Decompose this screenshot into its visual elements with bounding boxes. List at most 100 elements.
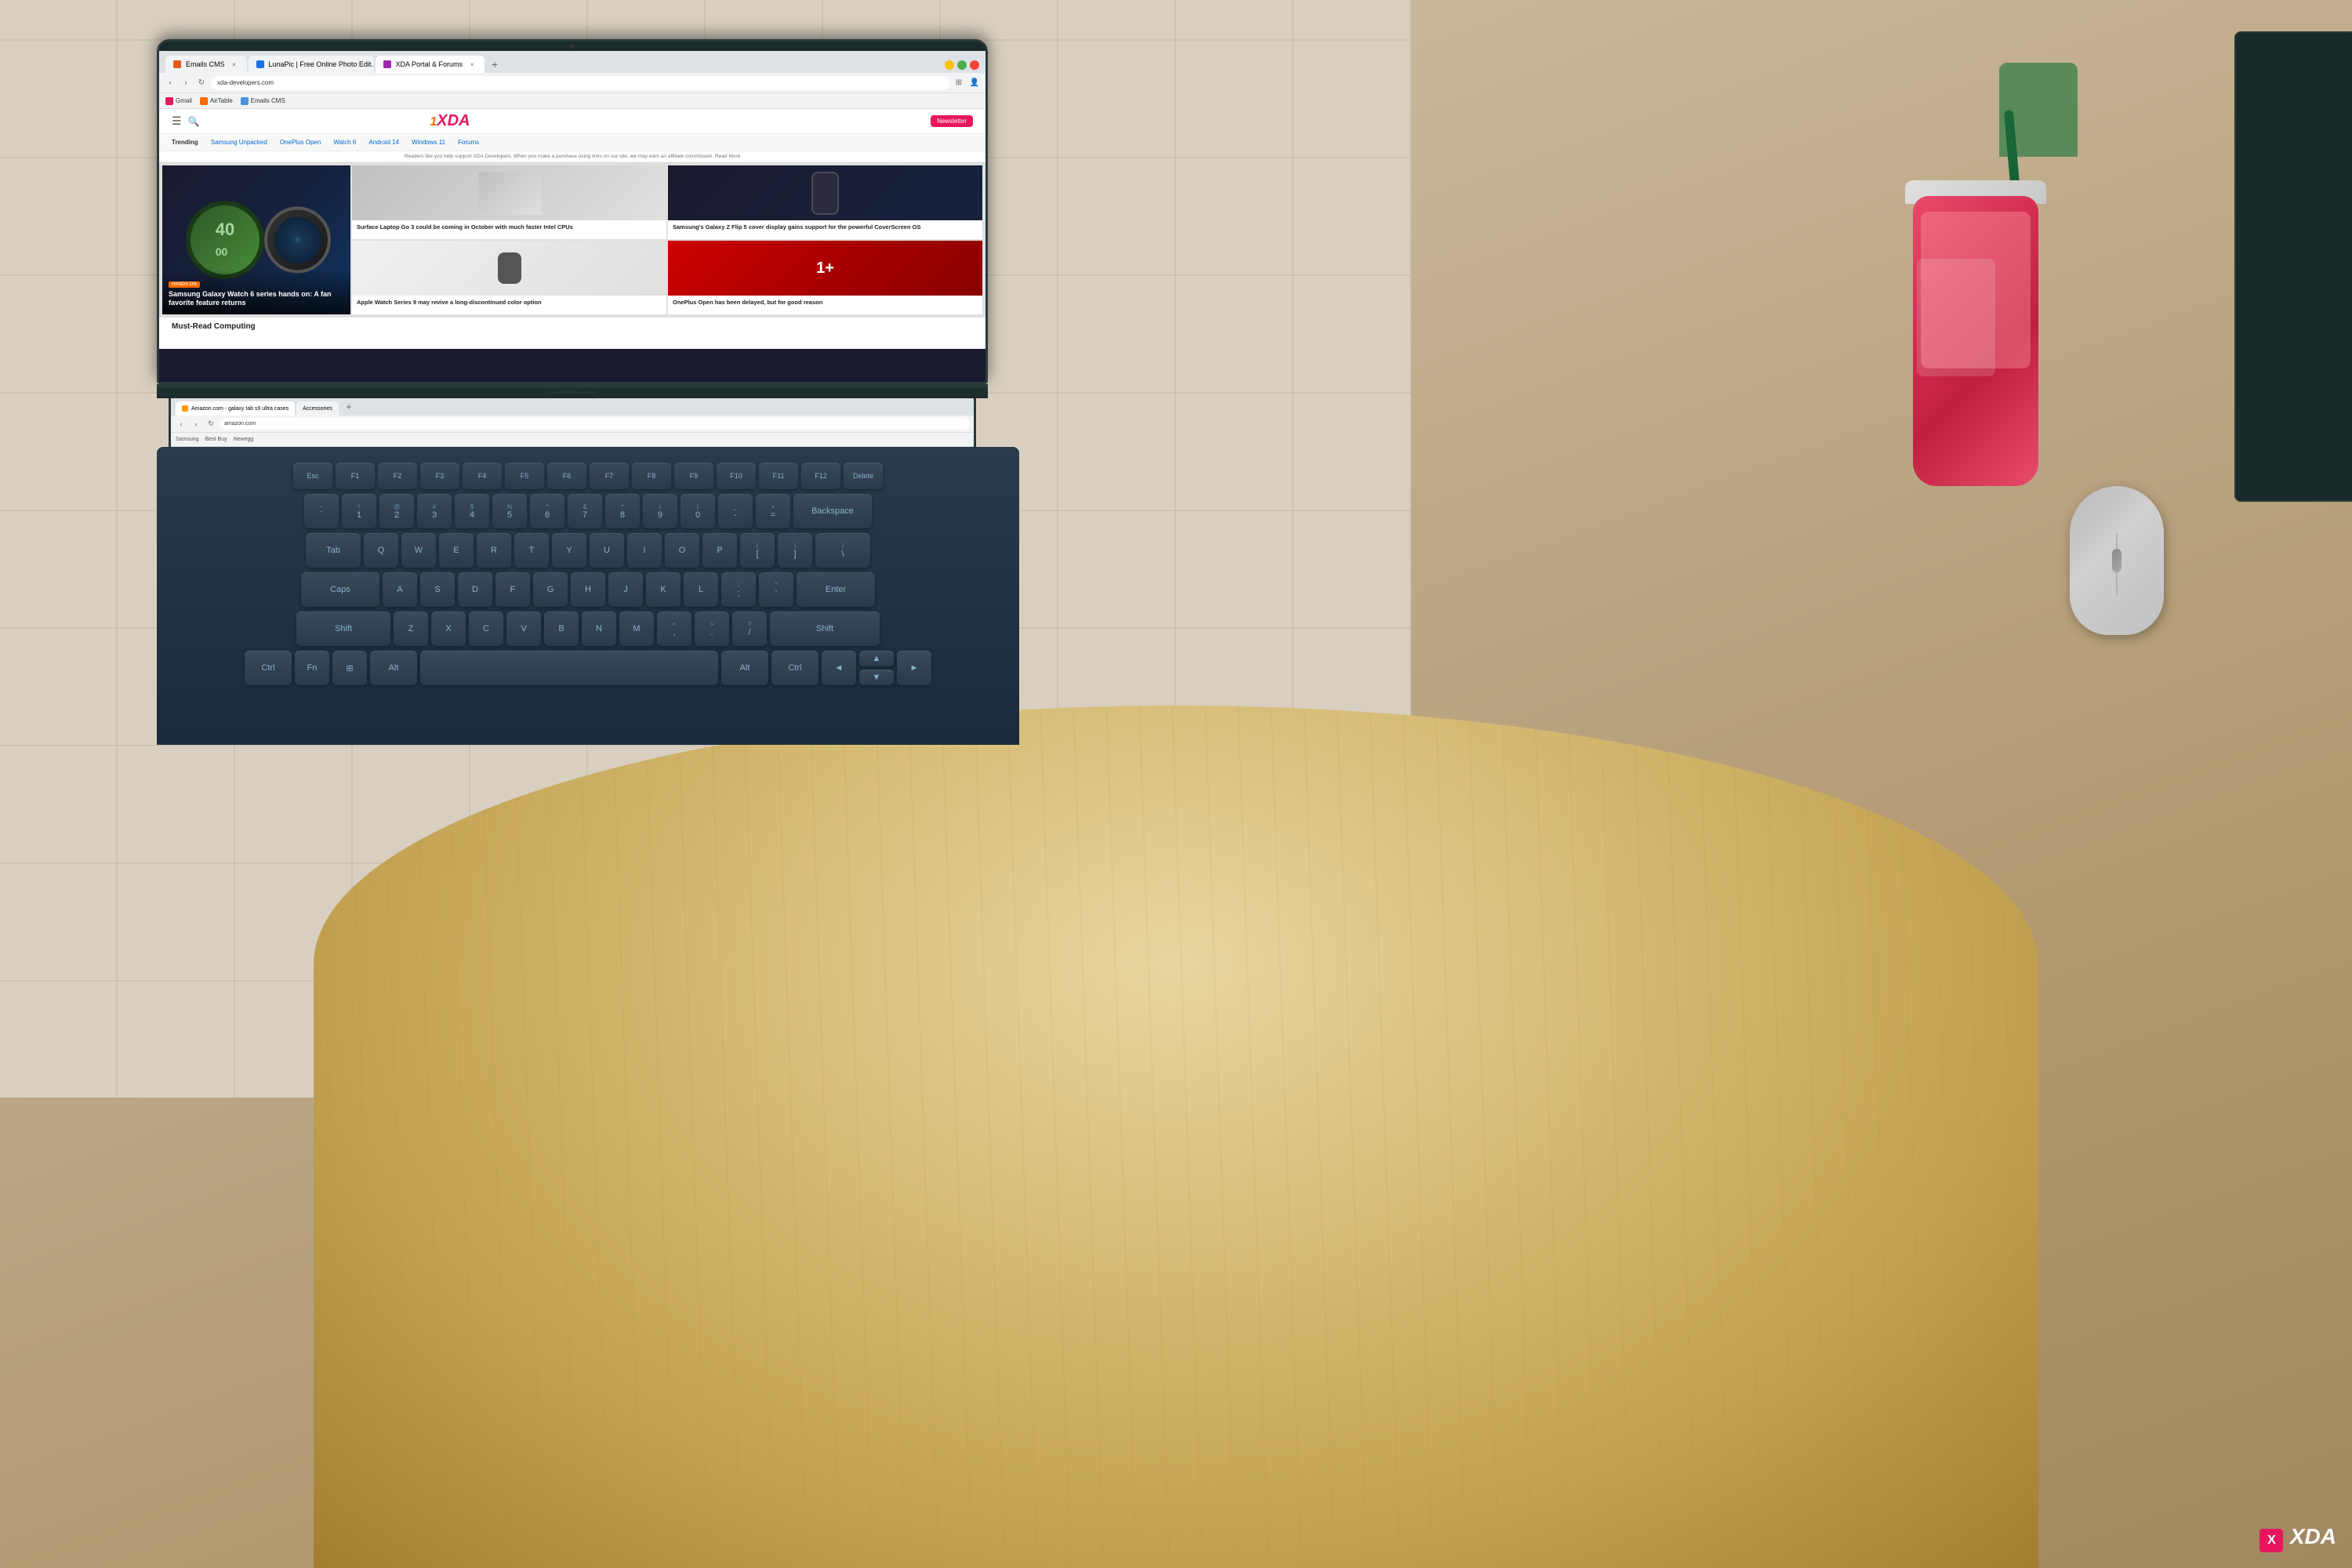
trending-android[interactable]: Android 14	[368, 139, 399, 146]
key-x[interactable]: X	[431, 612, 466, 646]
amazon-new-tab-button[interactable]: +	[340, 398, 358, 416]
key-8[interactable]: *8	[605, 494, 640, 528]
key-caps[interactable]: Caps	[301, 572, 379, 607]
key-f12[interactable]: F12	[801, 463, 840, 489]
key-alt-left[interactable]: Alt	[370, 651, 417, 685]
key-semicolon[interactable]: :;	[721, 572, 756, 607]
key-v[interactable]: V	[506, 612, 541, 646]
key-r[interactable]: R	[477, 533, 511, 568]
key-t[interactable]: T	[514, 533, 549, 568]
key-equals[interactable]: +=	[756, 494, 790, 528]
key-2[interactable]: @2	[379, 494, 414, 528]
amazon-reload-btn[interactable]: ↻	[205, 418, 217, 430]
window-maximize[interactable]	[957, 60, 967, 70]
key-win[interactable]: ⊞	[332, 651, 367, 685]
key-f1[interactable]: F1	[336, 463, 375, 489]
address-bar[interactable]: xda-developers.com	[211, 76, 949, 90]
key-quote[interactable]: "'	[759, 572, 793, 607]
key-alt-right[interactable]: Alt	[721, 651, 768, 685]
key-f8[interactable]: F8	[632, 463, 671, 489]
profile-button[interactable]: 👤	[968, 77, 981, 89]
key-delete[interactable]: Delete	[844, 463, 883, 489]
key-z[interactable]: Z	[394, 612, 428, 646]
key-h[interactable]: H	[571, 572, 605, 607]
key-shift-left[interactable]: Shift	[296, 612, 390, 646]
key-l[interactable]: L	[684, 572, 718, 607]
key-arrow-up[interactable]: ▲	[859, 651, 894, 666]
key-b[interactable]: B	[544, 612, 579, 646]
extensions-button[interactable]: ⊞	[953, 77, 965, 89]
key-f3[interactable]: F3	[420, 463, 459, 489]
amazon-forward-btn[interactable]: ›	[190, 418, 202, 430]
key-f9[interactable]: F9	[674, 463, 713, 489]
key-a[interactable]: A	[383, 572, 417, 607]
article-galaxy-watch[interactable]: 4000 ⊙ HANDS ON	[162, 165, 350, 314]
article-apple-watch[interactable]: Apple Watch Series 9 may revive a long-d…	[352, 241, 666, 314]
key-m[interactable]: M	[619, 612, 654, 646]
reload-button[interactable]: ↻	[195, 77, 208, 89]
key-period[interactable]: >.	[695, 612, 729, 646]
tab-xda[interactable]: XDA Portal & Forums ×	[376, 56, 485, 73]
article-surface[interactable]: Surface Laptop Go 3 could be coming in O…	[352, 165, 666, 239]
key-5[interactable]: %5	[492, 494, 527, 528]
bookmark-best-buy[interactable]: Best Buy	[205, 437, 227, 442]
amazon-tab-2[interactable]: Accessories	[296, 401, 339, 416]
key-arrow-down[interactable]: ▼	[859, 670, 894, 685]
key-f11[interactable]: F11	[759, 463, 798, 489]
key-u[interactable]: U	[590, 533, 624, 568]
key-bracket-right[interactable]: }]	[778, 533, 812, 568]
key-0[interactable]: )0	[681, 494, 715, 528]
key-k[interactable]: K	[646, 572, 681, 607]
amazon-address-bar[interactable]: amazon.com	[220, 418, 970, 430]
key-n[interactable]: N	[582, 612, 616, 646]
key-1[interactable]: !1	[342, 494, 376, 528]
key-comma[interactable]: <,	[657, 612, 691, 646]
key-3[interactable]: #3	[417, 494, 452, 528]
key-minus[interactable]: _-	[718, 494, 753, 528]
newsletter-button[interactable]: Newsletter	[931, 115, 973, 127]
forward-button[interactable]: ›	[180, 77, 192, 89]
key-shift-right[interactable]: Shift	[770, 612, 880, 646]
hamburger-icon[interactable]: ☰	[172, 114, 182, 128]
back-button[interactable]: ‹	[164, 77, 176, 89]
key-ctrl-left[interactable]: Ctrl	[245, 651, 292, 685]
search-icon[interactable]: 🔍	[188, 116, 200, 127]
key-e[interactable]: E	[439, 533, 474, 568]
new-tab-button[interactable]: +	[486, 56, 503, 73]
key-o[interactable]: O	[665, 533, 699, 568]
amazon-tab-active[interactable]: Amazon.com - galaxy tab s9 ultra cases	[176, 401, 295, 416]
key-7[interactable]: &7	[568, 494, 602, 528]
tab-close-emails[interactable]: ×	[230, 60, 239, 69]
key-s[interactable]: S	[420, 572, 455, 607]
key-tab[interactable]: Tab	[306, 533, 361, 568]
key-i[interactable]: I	[627, 533, 662, 568]
article-samsung-flip[interactable]: Samsung's Galaxy Z Flip 5 cover display …	[668, 165, 982, 239]
article-oneplus[interactable]: 1+ OnePlus Open has been delayed, but fo…	[668, 241, 982, 314]
bookmark-samsung[interactable]: Samsung	[176, 437, 199, 442]
key-arrow-left[interactable]: ◄	[822, 651, 856, 685]
window-minimize[interactable]	[945, 60, 954, 70]
bookmark-airtable[interactable]: AirTable	[200, 97, 233, 105]
window-close[interactable]	[970, 60, 979, 70]
key-space[interactable]	[420, 651, 718, 685]
key-ctrl-right[interactable]: Ctrl	[771, 651, 818, 685]
key-9[interactable]: (9	[643, 494, 677, 528]
key-bracket-left[interactable]: {[	[740, 533, 775, 568]
trending-samsung-unpacked[interactable]: Samsung Unpacked	[211, 139, 267, 146]
key-fn[interactable]: Fn	[295, 651, 329, 685]
key-p[interactable]: P	[702, 533, 737, 568]
key-backspace[interactable]: Backspace	[793, 494, 872, 528]
key-arrow-right[interactable]: ►	[897, 651, 931, 685]
key-q[interactable]: Q	[364, 533, 398, 568]
key-f6[interactable]: F6	[547, 463, 586, 489]
key-f[interactable]: F	[495, 572, 530, 607]
key-6[interactable]: ^6	[530, 494, 564, 528]
key-w[interactable]: W	[401, 533, 436, 568]
key-enter[interactable]: Enter	[797, 572, 875, 607]
bookmark-newegg[interactable]: Newegg	[234, 437, 254, 442]
key-esc[interactable]: Esc	[293, 463, 332, 489]
key-f2[interactable]: F2	[378, 463, 417, 489]
trending-galaxy-watch[interactable]: Watch 6	[333, 139, 356, 146]
trending-windows[interactable]: Windows 11	[412, 139, 445, 146]
tab-lunapic[interactable]: LunaPic | Free Online Photo Edit... ×	[249, 56, 374, 73]
